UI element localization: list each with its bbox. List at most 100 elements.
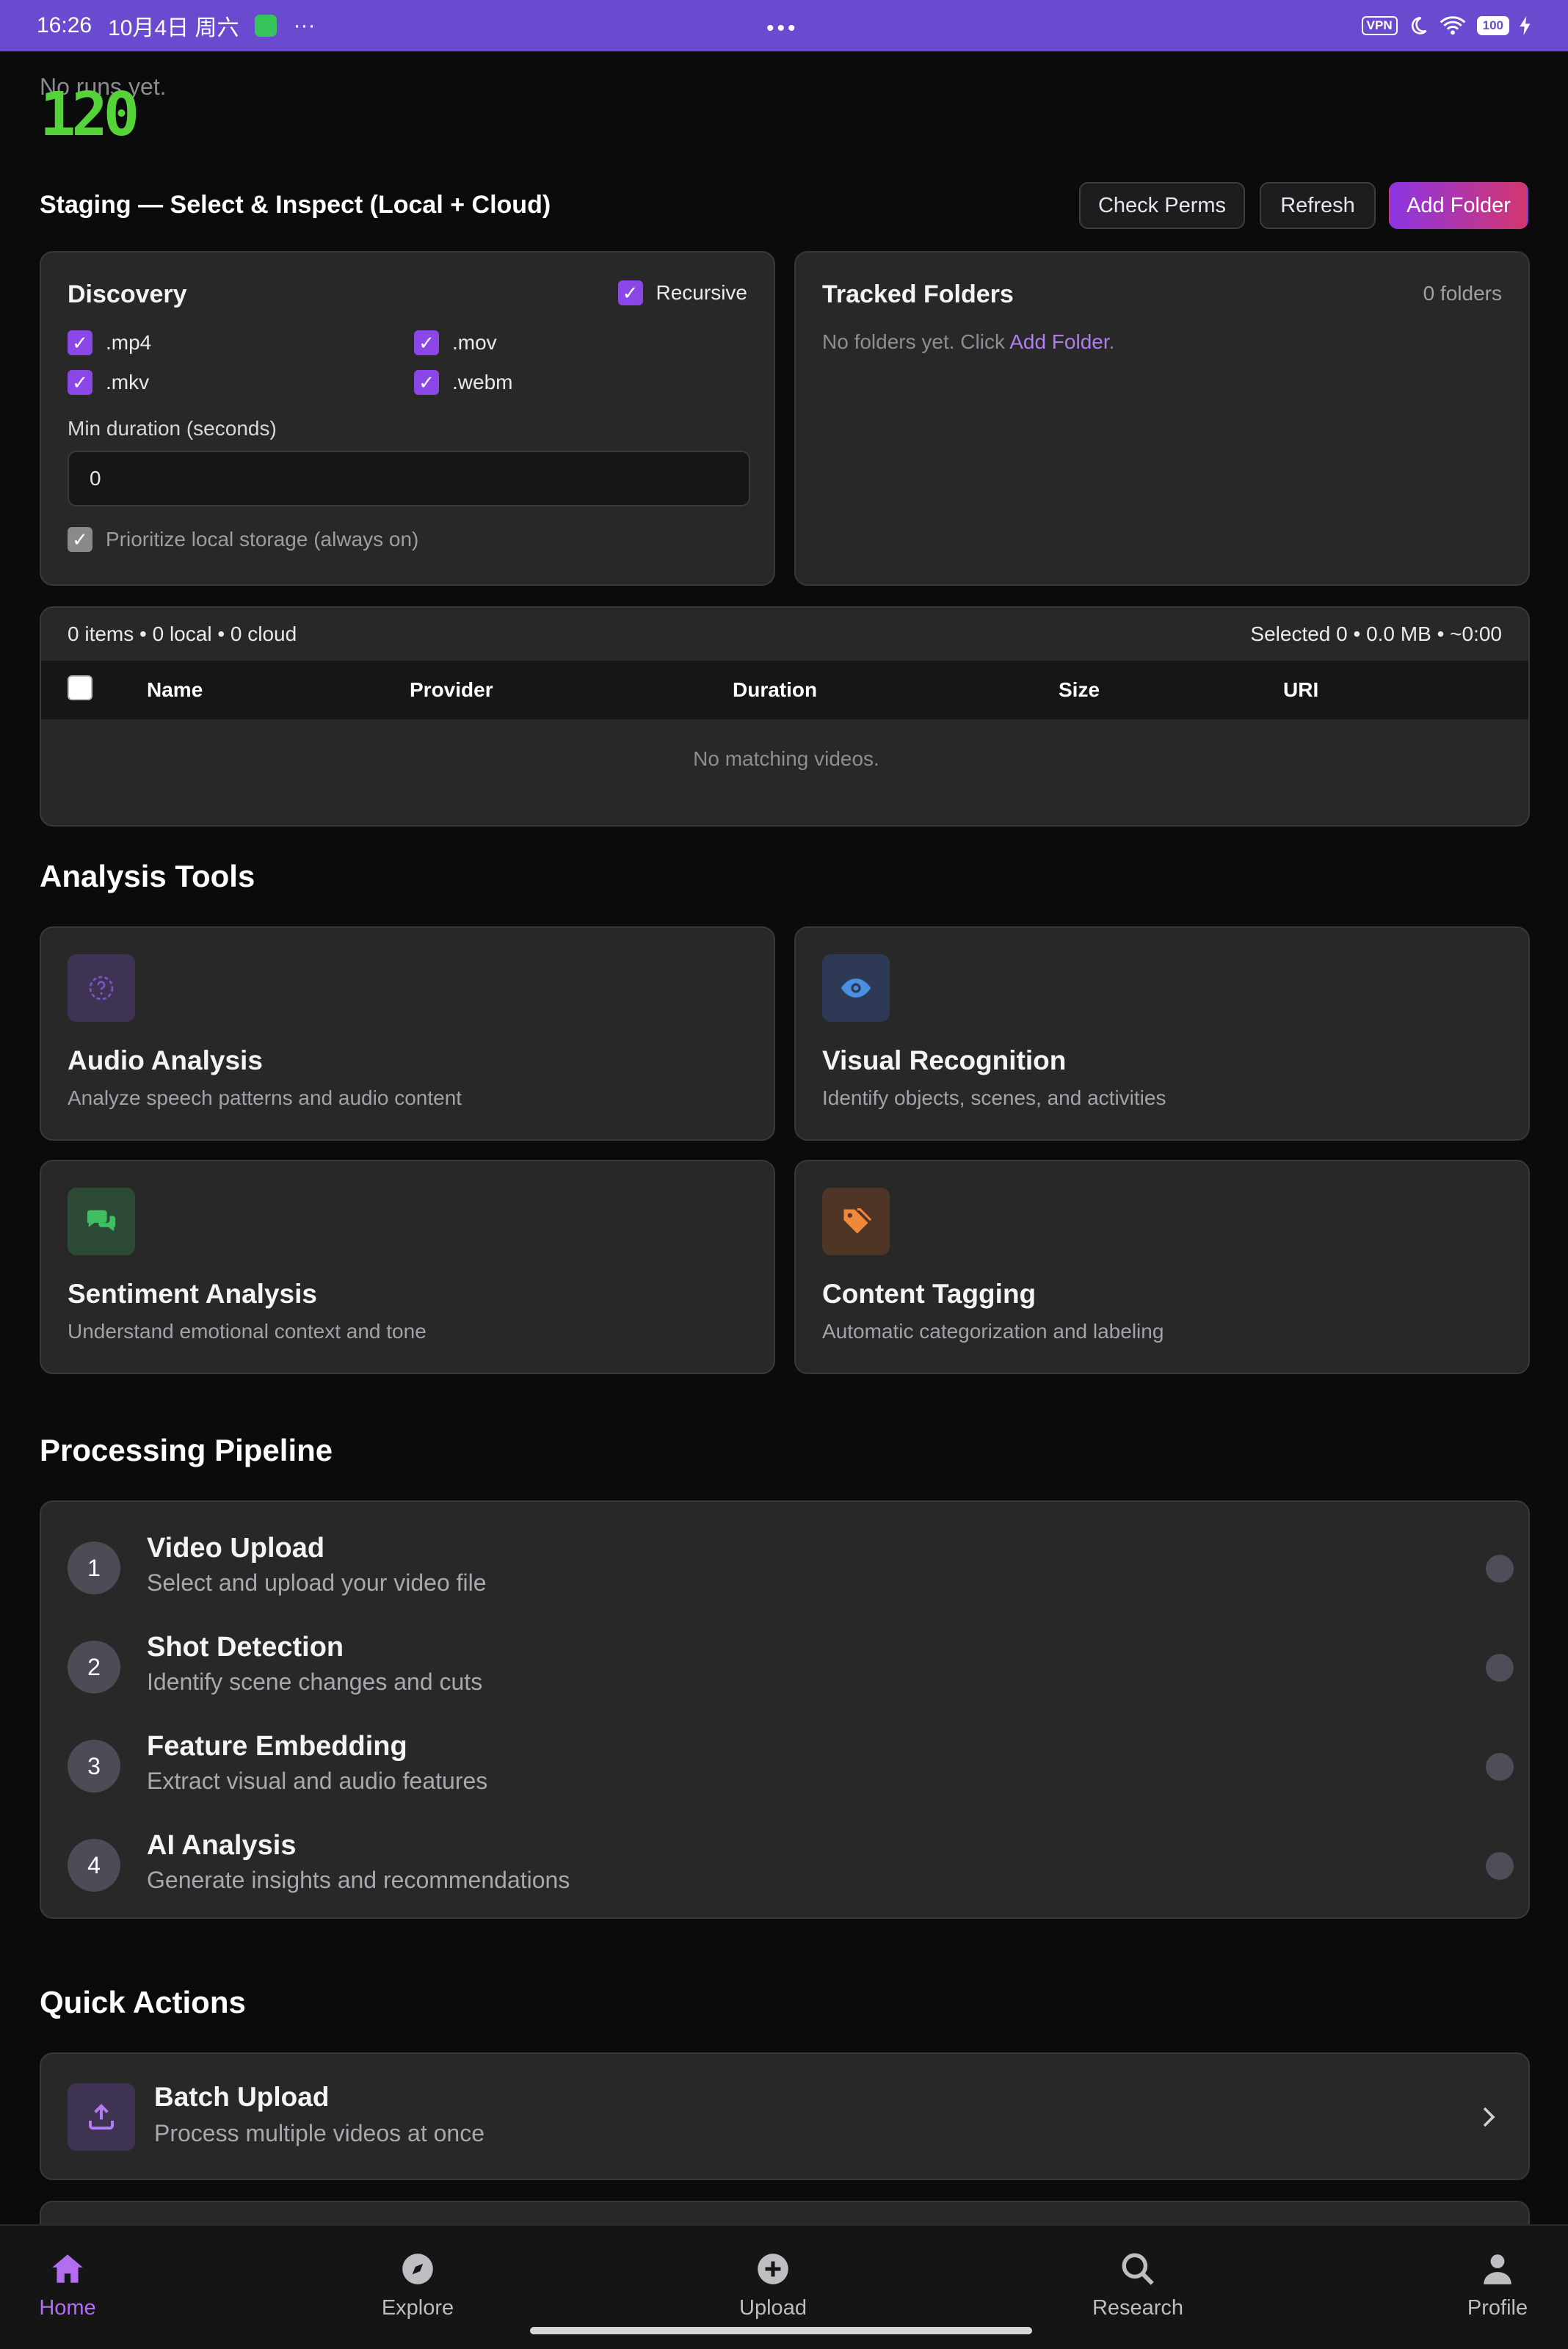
discovery-title: Discovery — [68, 280, 187, 308]
nav-explore[interactable]: Explore — [337, 2251, 498, 2320]
pipeline-step: 1 Video Upload Select and upload your vi… — [68, 1528, 1514, 1611]
compass-icon — [402, 2254, 433, 2284]
step-status-dot — [1486, 1852, 1514, 1880]
nav-label: Research — [1092, 2296, 1184, 2320]
no-videos-text: No matching videos. — [693, 747, 879, 770]
tool-description: Understand emotional context and tone — [68, 1320, 427, 1343]
step-description: Extract visual and audio features — [147, 1768, 488, 1794]
analysis-tools-heading: Analysis Tools — [40, 859, 255, 893]
step-number: 2 — [68, 1641, 120, 1693]
moon-icon — [1411, 17, 1427, 35]
pipeline-step: 3 Feature Embedding Extract visual and a… — [68, 1727, 1514, 1809]
step-status-dot — [1486, 1555, 1514, 1583]
nav-label: Explore — [381, 2296, 454, 2320]
nav-upload[interactable]: Upload — [692, 2251, 854, 2320]
staging-title: Staging — Select & Inspect (Local + Clou… — [40, 191, 551, 219]
audio-analysis-card[interactable]: Audio Analysis Analyze speech patterns a… — [40, 926, 775, 1141]
nav-label: Profile — [1467, 2296, 1528, 2320]
status-bar: 16:26 10月4日 周六 ··· ••• VPN 100 — [0, 0, 1568, 51]
column-header-name[interactable]: Name — [147, 661, 203, 719]
status-date: 10月4日 周六 — [108, 16, 239, 40]
folder-count: 0 folders — [1423, 282, 1502, 305]
video-table-card: 0 items • 0 local • 0 cloud Selected 0 •… — [40, 606, 1530, 827]
batch-upload-action[interactable]: Batch Upload Process multiple videos at … — [40, 2052, 1530, 2180]
step-status-dot — [1486, 1753, 1514, 1781]
chevron-right-icon — [1483, 2107, 1495, 2127]
column-header-uri[interactable]: URI — [1283, 661, 1318, 719]
step-title: Feature Embedding — [147, 1731, 407, 1762]
next-action-card[interactable] — [40, 2201, 1530, 2224]
step-number: 1 — [68, 1542, 120, 1594]
add-folder-link[interactable]: Add Folder — [1009, 330, 1108, 353]
wifi-icon — [1440, 16, 1465, 35]
no-folders-text: No folders yet. Click Add Folder. — [822, 330, 1114, 354]
home-indicator[interactable] — [530, 2327, 1032, 2334]
home-icon — [52, 2254, 83, 2283]
chat-bubbles-icon — [68, 1188, 135, 1255]
ext-label: .mov — [452, 331, 497, 354]
refresh-button[interactable]: Refresh — [1260, 182, 1376, 229]
ext-option-mp4[interactable]: ✓ .mp4 — [68, 330, 151, 355]
pipeline-step: 4 AI Analysis Generate insights and reco… — [68, 1826, 1514, 1908]
tag-icon — [822, 1188, 890, 1255]
select-all-checkbox[interactable] — [68, 675, 92, 700]
visual-recognition-card[interactable]: Visual Recognition Identify objects, sce… — [794, 926, 1530, 1141]
recursive-label: Recursive — [656, 281, 747, 304]
main-content: No runs yet. 120 Staging — Select & Insp… — [0, 51, 1568, 2224]
fps-counter: 120 — [40, 80, 139, 150]
processing-pipeline-heading: Processing Pipeline — [40, 1433, 333, 1467]
battery-icon: 100 — [1476, 16, 1509, 35]
nav-profile[interactable]: Profile — [1417, 2251, 1568, 2320]
step-description: Generate insights and recommendations — [147, 1867, 570, 1893]
tool-title: Content Tagging — [822, 1279, 1037, 1309]
ext-label: .mkv — [106, 371, 150, 393]
ext-label: .mp4 — [106, 331, 152, 354]
wechat-notification-icon — [255, 15, 277, 37]
step-description: Select and upload your video file — [147, 1569, 487, 1596]
ext-option-mov[interactable]: ✓ .mov — [414, 330, 497, 355]
nav-research[interactable]: Research — [1057, 2251, 1219, 2320]
min-duration-label: Min duration (seconds) — [68, 417, 277, 440]
tracked-folders-title: Tracked Folders — [822, 280, 1014, 308]
content-tagging-card[interactable]: Content Tagging Automatic categorization… — [794, 1160, 1530, 1374]
nav-home[interactable]: Home — [0, 2251, 148, 2320]
min-duration-input[interactable]: 0 — [68, 451, 750, 507]
mp4-checkbox[interactable]: ✓ — [68, 330, 92, 355]
step-title: Shot Detection — [147, 1632, 344, 1663]
multitask-handle[interactable]: ••• — [766, 16, 799, 41]
webm-checkbox[interactable]: ✓ — [414, 370, 439, 395]
tool-title: Sentiment Analysis — [68, 1279, 317, 1309]
tool-description: Automatic categorization and labeling — [822, 1320, 1164, 1343]
plus-circle-icon — [758, 2254, 788, 2284]
step-description: Identify scene changes and cuts — [147, 1669, 483, 1695]
tracked-folders-card: Tracked Folders 0 folders No folders yet… — [794, 251, 1530, 586]
ext-option-webm[interactable]: ✓ .webm — [414, 370, 512, 395]
no-folders-prefix: No folders yet. Click — [822, 330, 1010, 353]
table-header: Name Provider Duration Size URI — [41, 661, 1528, 719]
column-header-size[interactable]: Size — [1059, 661, 1100, 719]
step-status-dot — [1486, 1654, 1514, 1682]
step-title: Video Upload — [147, 1533, 325, 1564]
recursive-checkbox[interactable]: ✓ — [617, 280, 643, 305]
ext-label: .webm — [452, 371, 513, 393]
person-icon — [1484, 2254, 1511, 2284]
tool-title: Visual Recognition — [822, 1045, 1067, 1075]
pipeline-step: 2 Shot Detection Identify scene changes … — [68, 1627, 1514, 1710]
sentiment-analysis-card[interactable]: Sentiment Analysis Understand emotional … — [40, 1160, 775, 1374]
tool-description: Identify objects, scenes, and activities — [822, 1086, 1166, 1109]
add-folder-button[interactable]: Add Folder — [1389, 182, 1528, 229]
mov-checkbox[interactable]: ✓ — [414, 330, 439, 355]
status-more: ··· — [293, 13, 316, 37]
step-number: 4 — [68, 1839, 120, 1892]
selection-summary: Selected 0 • 0.0 MB • ~0:00 — [1250, 622, 1502, 645]
recursive-toggle[interactable]: ✓ Recursive — [617, 280, 747, 305]
tool-description: Analyze speech patterns and audio conten… — [68, 1086, 462, 1109]
mkv-checkbox[interactable]: ✓ — [68, 370, 92, 395]
discovery-card: Discovery ✓ Recursive ✓ .mp4 ✓ .mov ✓ .m… — [40, 251, 775, 586]
column-header-duration[interactable]: Duration — [733, 661, 817, 719]
check-perms-button[interactable]: Check Perms — [1079, 182, 1245, 229]
column-header-provider[interactable]: Provider — [410, 661, 493, 719]
status-time: 16:26 — [37, 13, 92, 37]
prioritize-label: Prioritize local storage (always on) — [106, 528, 419, 551]
ext-option-mkv[interactable]: ✓ .mkv — [68, 370, 149, 395]
